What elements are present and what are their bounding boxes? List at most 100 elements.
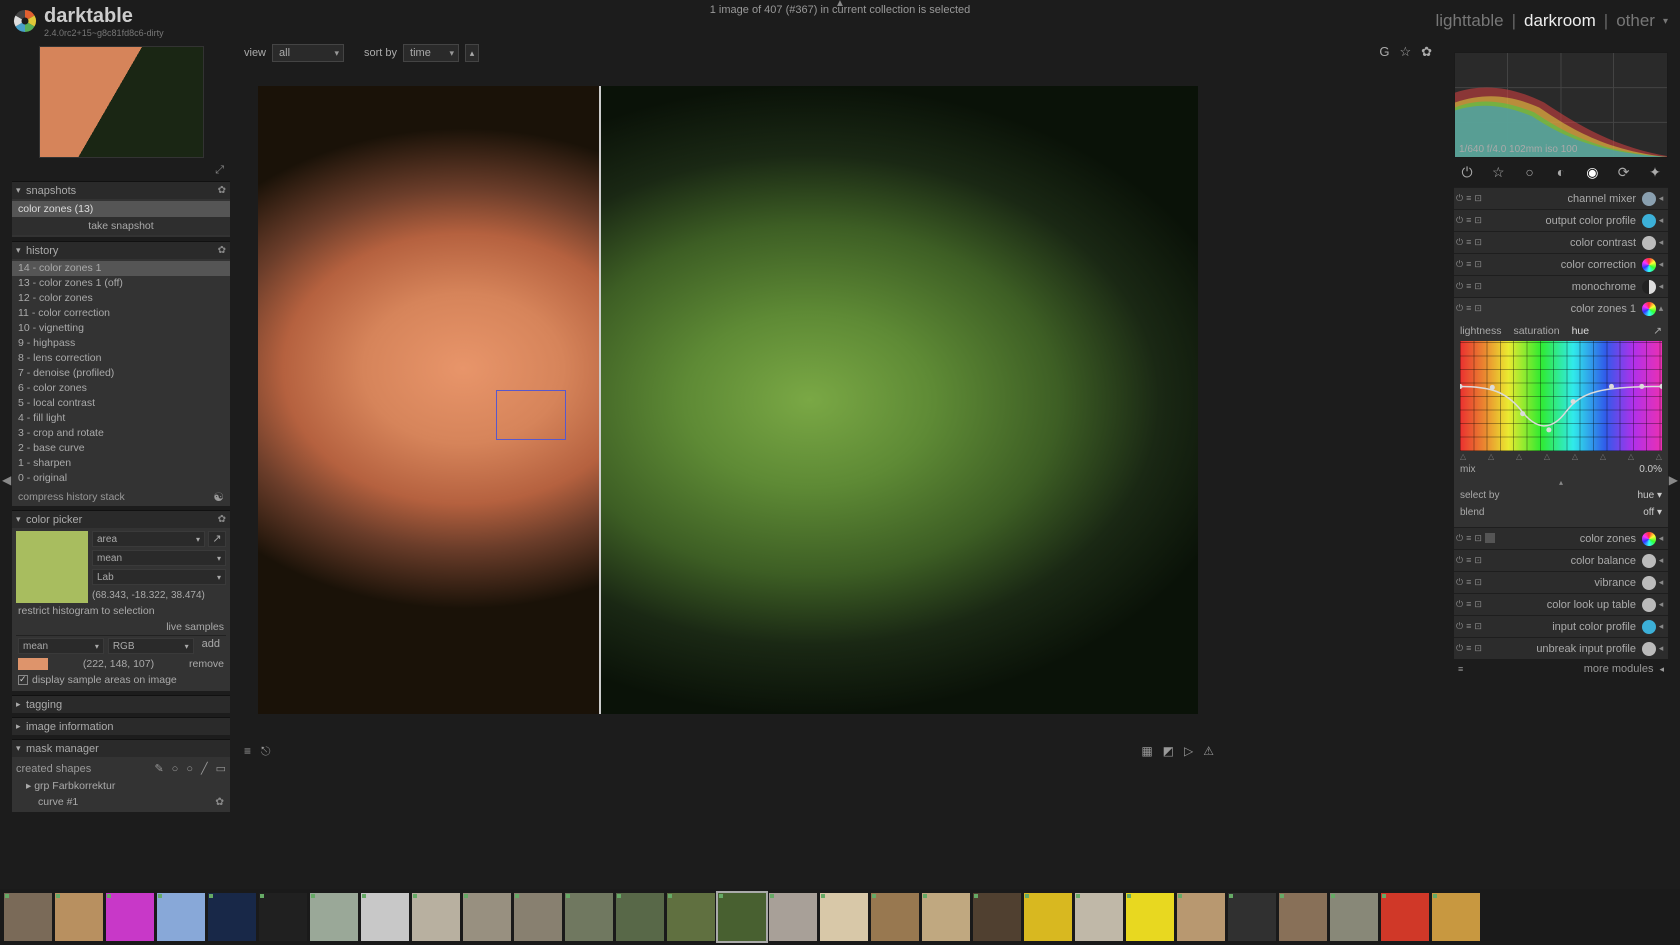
multi-instance-icon[interactable]: ≡ xyxy=(1466,259,1471,270)
power-icon[interactable]: ⏻ xyxy=(1456,237,1463,248)
power-icon[interactable]: ⏻ xyxy=(1456,577,1463,588)
tab-color-icon[interactable]: ◉ xyxy=(1581,164,1603,181)
circle-icon[interactable]: ○ xyxy=(172,763,179,775)
grouping-icon[interactable]: G xyxy=(1379,44,1389,60)
expand-icon[interactable]: ◂ xyxy=(1656,215,1666,226)
nav-expand-icon[interactable]: ⤢ xyxy=(12,164,230,177)
history-item[interactable]: 3 - crop and rotate xyxy=(12,426,230,441)
multi-instance-icon[interactable]: ≡ xyxy=(1466,281,1471,292)
filmstrip-thumb[interactable] xyxy=(55,893,103,941)
history-item[interactable]: 11 - color correction xyxy=(12,306,230,321)
reset-icon[interactable]: ⊡ xyxy=(1474,599,1482,610)
tab-tone-icon[interactable]: ◐ xyxy=(1550,164,1572,181)
sort-direction-button[interactable]: ▴ xyxy=(465,44,479,62)
expand-icon[interactable]: ◂ xyxy=(1656,621,1666,632)
power-icon[interactable]: ⏻ xyxy=(1456,303,1463,314)
module-row[interactable]: ⏻≡⊡color zones 1▴ xyxy=(1454,297,1668,319)
reset-icon[interactable]: ⊡ xyxy=(1474,577,1482,588)
filmstrip-thumb[interactable] xyxy=(157,893,205,941)
color-picker-area-rect[interactable] xyxy=(496,390,566,440)
view-filter-dropdown[interactable]: all xyxy=(272,44,344,62)
collapse-right-icon[interactable]: ▶ xyxy=(1669,473,1678,487)
module-row[interactable]: ⏻≡⊡channel mixer◂ xyxy=(1454,187,1668,209)
tab-active-icon[interactable]: ⏻ xyxy=(1456,164,1478,181)
view-lighttable[interactable]: lighttable xyxy=(1436,11,1504,31)
tab-correct-icon[interactable]: ⟳ xyxy=(1613,164,1635,181)
expand-icon[interactable]: ◂ xyxy=(1656,599,1666,610)
filmstrip-thumb[interactable] xyxy=(463,893,511,941)
eyedropper-icon[interactable]: ↗ xyxy=(1653,325,1662,337)
view-darkroom[interactable]: darkroom xyxy=(1524,11,1596,31)
filmstrip-thumb[interactable] xyxy=(412,893,460,941)
module-row[interactable]: ⏻≡⊡color contrast◂ xyxy=(1454,231,1668,253)
expand-icon[interactable]: ◂ xyxy=(1656,533,1666,544)
sample-space-dropdown[interactable]: RGB xyxy=(108,638,194,654)
reset-icon[interactable]: ⊡ xyxy=(1474,621,1482,632)
star-icon[interactable]: ☆ xyxy=(1399,44,1411,60)
reset-icon[interactable]: ⊡ xyxy=(1474,555,1482,566)
navigation-thumbnail[interactable] xyxy=(39,46,204,158)
picker-mode-dropdown[interactable]: area xyxy=(92,531,205,547)
filmstrip-thumb[interactable] xyxy=(106,893,154,941)
quick-access-icon[interactable]: ≡ xyxy=(244,744,251,759)
expand-icon[interactable]: ◂ xyxy=(1656,555,1666,566)
reset-icon[interactable]: ⊡ xyxy=(1474,237,1482,248)
multi-instance-icon[interactable]: ≡ xyxy=(1466,303,1471,314)
tab-favorites-icon[interactable]: ☆ xyxy=(1487,164,1509,181)
history-item[interactable]: 8 - lens correction xyxy=(12,351,230,366)
multi-instance-icon[interactable]: ≡ xyxy=(1466,237,1471,248)
history-item[interactable]: 9 - highpass xyxy=(12,336,230,351)
multi-instance-icon[interactable]: ≡ xyxy=(1466,621,1471,632)
filmstrip-thumb[interactable] xyxy=(1279,893,1327,941)
gamut-icon[interactable]: ⚠ xyxy=(1203,744,1214,758)
pencil-icon[interactable]: ✎ xyxy=(154,762,163,775)
filmstrip-thumb[interactable] xyxy=(259,893,307,941)
filmstrip-thumb[interactable] xyxy=(208,893,256,941)
gear-icon[interactable]: ✿ xyxy=(218,245,226,256)
collapse-left-icon[interactable]: ◀ xyxy=(2,473,11,487)
reset-icon[interactable]: ⊡ xyxy=(1474,643,1482,654)
history-item[interactable]: 7 - denoise (profiled) xyxy=(12,366,230,381)
module-row[interactable]: ⏻≡⊡unbreak input profile◂ xyxy=(1454,637,1668,659)
expand-icon[interactable]: ◂ xyxy=(1656,281,1666,292)
power-icon[interactable]: ⏻ xyxy=(1456,533,1463,544)
compress-history-button[interactable]: compress history stack xyxy=(18,491,213,503)
reset-icon[interactable]: ⊡ xyxy=(1474,215,1482,226)
filmstrip-thumb[interactable] xyxy=(1024,893,1072,941)
snapshot-split-line[interactable] xyxy=(599,86,601,714)
filmstrip-thumb[interactable] xyxy=(769,893,817,941)
add-sample-button[interactable]: add xyxy=(198,638,224,654)
history-item[interactable]: 4 - fill light xyxy=(12,411,230,426)
filmstrip-thumb[interactable] xyxy=(922,893,970,941)
module-row[interactable]: ⏻≡⊡monochrome◂ xyxy=(1454,275,1668,297)
multi-instance-icon[interactable]: ≡ xyxy=(1466,533,1471,544)
filmstrip-thumb[interactable] xyxy=(361,893,409,941)
multi-instance-icon[interactable]: ≡ xyxy=(1466,193,1471,204)
sort-dropdown[interactable]: time xyxy=(403,44,459,62)
picker-space-dropdown[interactable]: Lab xyxy=(92,569,226,585)
expand-icon[interactable]: ▴ xyxy=(1656,303,1666,314)
filmstrip-thumb[interactable] xyxy=(310,893,358,941)
reset-icon[interactable]: ⊡ xyxy=(1474,259,1482,270)
module-row[interactable]: ⏻≡⊡vibrance◂ xyxy=(1454,571,1668,593)
histogram[interactable]: 1/640 f/4.0 102mm iso 100 xyxy=(1454,52,1668,158)
multi-instance-icon[interactable]: ≡ xyxy=(1466,555,1471,566)
select-by-dropdown[interactable]: hue ▾ xyxy=(1638,490,1663,501)
expand-icon[interactable]: ◂ xyxy=(1656,259,1666,270)
gear-icon[interactable]: ✿ xyxy=(218,514,226,525)
gear-icon[interactable]: ✿ xyxy=(218,185,226,196)
color-zones-graph[interactable] xyxy=(1460,341,1662,451)
reset-icon[interactable]: ⊡ xyxy=(1474,303,1482,314)
expand-icon[interactable]: ◂ xyxy=(1656,643,1666,654)
eyedropper-icon[interactable]: ↗ xyxy=(208,531,226,547)
section-mask-manager[interactable]: ▾ mask manager xyxy=(12,739,230,757)
tab-saturation[interactable]: saturation xyxy=(1513,325,1559,337)
gear-icon[interactable]: ✿ xyxy=(215,795,224,809)
tab-hue[interactable]: hue xyxy=(1572,325,1590,337)
section-tagging[interactable]: ▸ tagging xyxy=(12,695,230,713)
chevron-down-icon[interactable]: ▾ xyxy=(1663,16,1668,27)
overexposed-icon[interactable]: ◩ xyxy=(1163,744,1174,758)
gear-icon[interactable]: ✿ xyxy=(1421,44,1432,60)
softproof-icon[interactable]: ▷ xyxy=(1184,744,1193,758)
filmstrip-thumb[interactable] xyxy=(1126,893,1174,941)
